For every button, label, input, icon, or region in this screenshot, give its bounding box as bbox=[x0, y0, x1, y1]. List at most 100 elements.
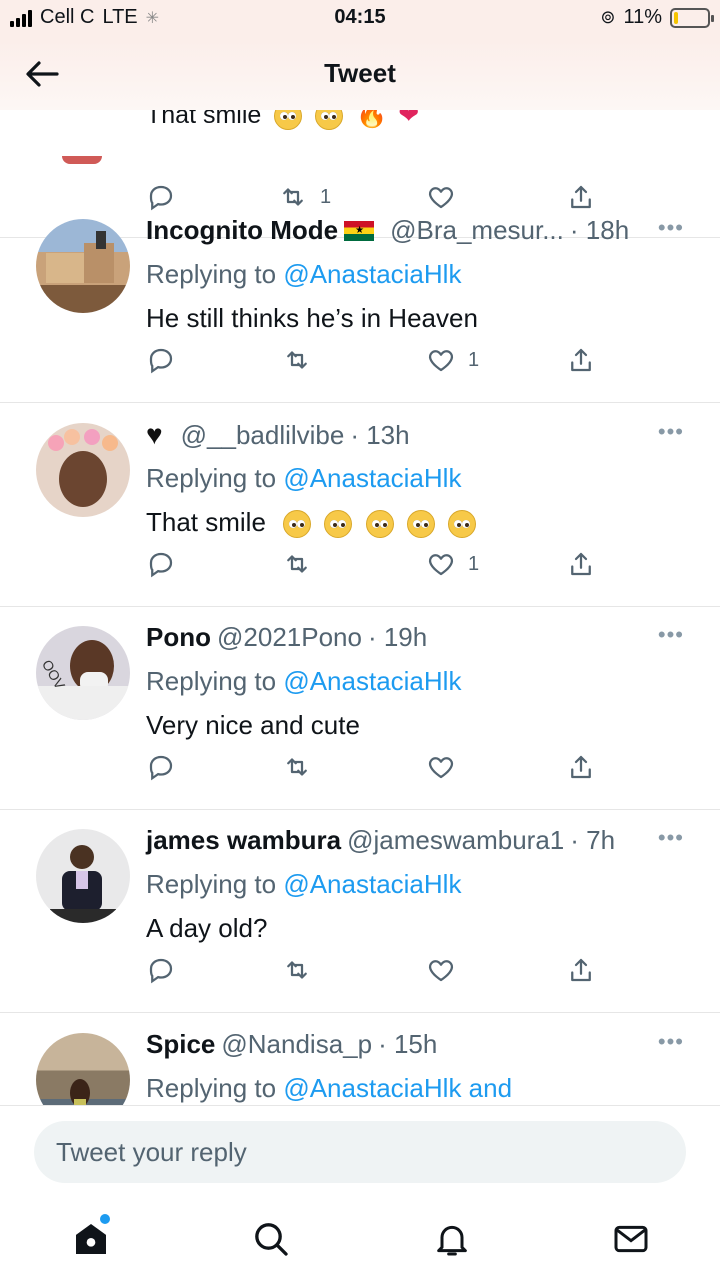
tweet-text: He still thinks he’s in Heaven bbox=[146, 303, 478, 333]
avatar-image bbox=[70, 1079, 90, 1105]
mention-link[interactable]: @AnastaciaHlk and bbox=[283, 1073, 512, 1103]
mention-link[interactable]: @AnastaciaHlk bbox=[283, 869, 461, 899]
avatar[interactable] bbox=[36, 829, 130, 923]
avatar[interactable] bbox=[36, 1033, 130, 1105]
tweet-text: That smile bbox=[146, 507, 477, 539]
bottom-tab-bar bbox=[0, 1200, 720, 1280]
tweet-actions: 1 bbox=[146, 549, 606, 585]
retweet-icon bbox=[287, 758, 307, 776]
mention-link[interactable]: @AnastaciaHlk bbox=[283, 259, 461, 289]
tab-messages[interactable] bbox=[606, 1214, 656, 1264]
more-options-icon[interactable]: ••• bbox=[658, 1029, 684, 1055]
replying-to: Replying to @AnastaciaHlk and bbox=[146, 1073, 513, 1103]
tab-home[interactable] bbox=[66, 1214, 116, 1264]
replying-to: Replying to @AnastaciaHlk bbox=[146, 869, 462, 899]
tweet-text: Very nice and cute bbox=[146, 710, 360, 740]
status-bar: Cell C LTE ✳ 04:15 ⊚ 11% bbox=[0, 0, 720, 40]
author-name[interactable]: Incognito Mode bbox=[146, 215, 338, 246]
heart-icon bbox=[428, 350, 454, 372]
page-title: Tweet bbox=[324, 58, 396, 88]
tweet-item[interactable]: james wambura @jameswambura1 · 7h ••• Re… bbox=[0, 809, 720, 1013]
like-count: 1 bbox=[468, 348, 480, 371]
retweet-button[interactable] bbox=[282, 752, 312, 782]
avatar[interactable] bbox=[62, 156, 102, 164]
author-name[interactable]: Pono bbox=[146, 622, 211, 653]
tab-search[interactable] bbox=[246, 1214, 296, 1264]
reply-icon bbox=[149, 958, 173, 984]
tweet-text: A day old? bbox=[146, 913, 268, 943]
retweet-button[interactable] bbox=[282, 345, 312, 375]
avatar-image bbox=[48, 429, 118, 507]
reply-icon bbox=[149, 552, 173, 578]
messages-icon bbox=[614, 1225, 648, 1253]
more-options-icon[interactable]: ••• bbox=[658, 215, 684, 241]
replying-to: Replying to @AnastaciaHlk bbox=[146, 463, 462, 493]
black-heart-icon: ♥ bbox=[146, 419, 163, 450]
tweet-actions bbox=[146, 752, 606, 788]
more-options-icon[interactable]: ••• bbox=[658, 825, 684, 851]
share-icon bbox=[571, 958, 591, 982]
reply-icon bbox=[149, 348, 173, 374]
author-handle[interactable]: @__badlilvibe bbox=[181, 420, 345, 451]
avatar[interactable]: OOV bbox=[36, 626, 130, 720]
reply-button[interactable] bbox=[146, 345, 176, 375]
like-button[interactable] bbox=[426, 752, 456, 782]
tweet-actions bbox=[146, 955, 606, 991]
retweet-icon bbox=[287, 555, 307, 573]
pleading-face-icon bbox=[283, 510, 312, 539]
tweet-time: · 19h bbox=[367, 622, 428, 652]
author-handle[interactable]: @2021Pono bbox=[217, 622, 362, 653]
retweet-icon bbox=[287, 961, 307, 979]
home-icon bbox=[76, 1224, 106, 1254]
reply-input[interactable] bbox=[34, 1121, 686, 1183]
share-button[interactable] bbox=[566, 752, 596, 782]
mention-link[interactable]: @AnastaciaHlk bbox=[283, 463, 461, 493]
author-name[interactable]: james wambura bbox=[146, 825, 341, 856]
like-button[interactable] bbox=[426, 955, 456, 985]
like-button[interactable]: 1 bbox=[426, 345, 479, 375]
author-handle[interactable]: @jameswambura1 bbox=[347, 825, 564, 856]
replying-to: Replying to @AnastaciaHlk bbox=[146, 666, 462, 696]
tab-notifications[interactable] bbox=[427, 1214, 477, 1264]
avatar[interactable] bbox=[36, 219, 130, 313]
heart-icon bbox=[428, 554, 454, 576]
heart-icon bbox=[428, 960, 454, 982]
retweet-icon bbox=[287, 351, 307, 369]
tweet-time: · 15h bbox=[378, 1029, 438, 1059]
like-button[interactable]: 1 bbox=[426, 549, 479, 579]
tweet-actions: 1 bbox=[146, 345, 606, 381]
tweet-time: · 18h bbox=[569, 215, 630, 245]
author-handle[interactable]: @Bra_mesur... bbox=[390, 215, 564, 246]
mention-link[interactable]: @AnastaciaHlk bbox=[283, 666, 461, 696]
tweet-item[interactable]: OOV Pono @2021Pono · 19h ••• Replying to… bbox=[0, 606, 720, 810]
reply-button[interactable] bbox=[146, 549, 176, 579]
like-count: 1 bbox=[468, 552, 480, 575]
tweet-item[interactable]: Spice @Nandisa_p · 15h ••• Replying to @… bbox=[0, 1013, 720, 1105]
tweet-item[interactable]: ♥ @__badlilvibe · 13h ••• Replying to @A… bbox=[0, 403, 720, 607]
author-handle[interactable]: @Nandisa_p bbox=[221, 1029, 372, 1060]
share-icon bbox=[571, 552, 591, 576]
pleading-face-icon bbox=[406, 510, 435, 539]
reply-icon bbox=[149, 755, 173, 781]
top-bar: Tweet bbox=[0, 40, 720, 110]
more-options-icon[interactable]: ••• bbox=[658, 622, 684, 648]
search-icon bbox=[255, 1223, 288, 1256]
notifications-icon bbox=[437, 1225, 467, 1256]
share-button[interactable] bbox=[566, 549, 596, 579]
battery-percent: 11% bbox=[623, 6, 662, 28]
tweet-item[interactable]: Incognito Mode ★ @Bra_mesur... · 18h •••… bbox=[0, 199, 720, 403]
avatar[interactable] bbox=[36, 423, 130, 517]
heart-icon bbox=[428, 757, 454, 779]
retweet-button[interactable] bbox=[282, 549, 312, 579]
author-name[interactable]: Spice bbox=[146, 1029, 215, 1060]
reply-button[interactable] bbox=[146, 752, 176, 782]
retweet-button[interactable] bbox=[282, 955, 312, 985]
reply-button[interactable] bbox=[146, 955, 176, 985]
more-options-icon[interactable]: ••• bbox=[658, 419, 684, 445]
tweet-time: · 13h bbox=[350, 419, 410, 450]
share-button[interactable] bbox=[566, 955, 596, 985]
reply-feed[interactable]: That smile 🔥 ❤ 1 Incognito Mode ★ @Bra_m… bbox=[0, 40, 720, 1105]
pleading-face-icon bbox=[324, 510, 353, 539]
share-icon bbox=[571, 348, 591, 372]
share-button[interactable] bbox=[566, 345, 596, 375]
